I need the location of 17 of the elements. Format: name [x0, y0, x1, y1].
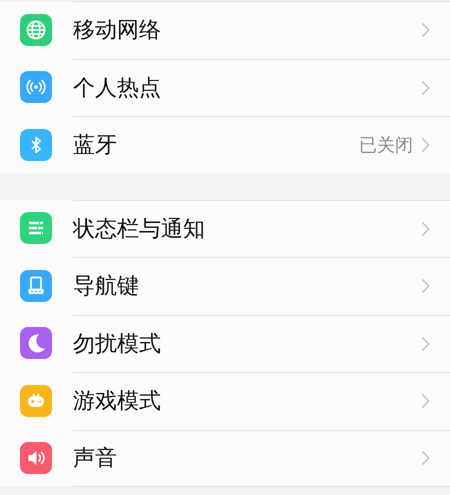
setting-label[interactable]: 移动网络 — [73, 15, 421, 46]
chevron-icon[interactable] — [421, 22, 430, 38]
setting-label[interactable]: 声音 — [73, 443, 421, 474]
chevron-icon[interactable] — [421, 393, 430, 410]
setting-label[interactable]: 勿扰模式 — [73, 328, 421, 359]
setting-label[interactable]: 游戏模式 — [73, 386, 421, 416]
chevron-icon[interactable] — [421, 450, 430, 466]
chevron-icon[interactable] — [421, 137, 430, 154]
chevron-icon[interactable] — [421, 336, 430, 352]
setting-label[interactable]: 蓝牙 — [73, 130, 359, 160]
setting-label[interactable]: 状态栏与通知 — [73, 214, 421, 244]
chevron-icon[interactable] — [421, 220, 430, 237]
setting-value: 已关闭 — [359, 134, 413, 158]
setting-label[interactable]: 导航键 — [73, 271, 421, 302]
setting-label[interactable]: 个人热点 — [73, 72, 421, 103]
chevron-icon[interactable] — [421, 278, 430, 294]
chevron-icon[interactable] — [421, 80, 430, 96]
